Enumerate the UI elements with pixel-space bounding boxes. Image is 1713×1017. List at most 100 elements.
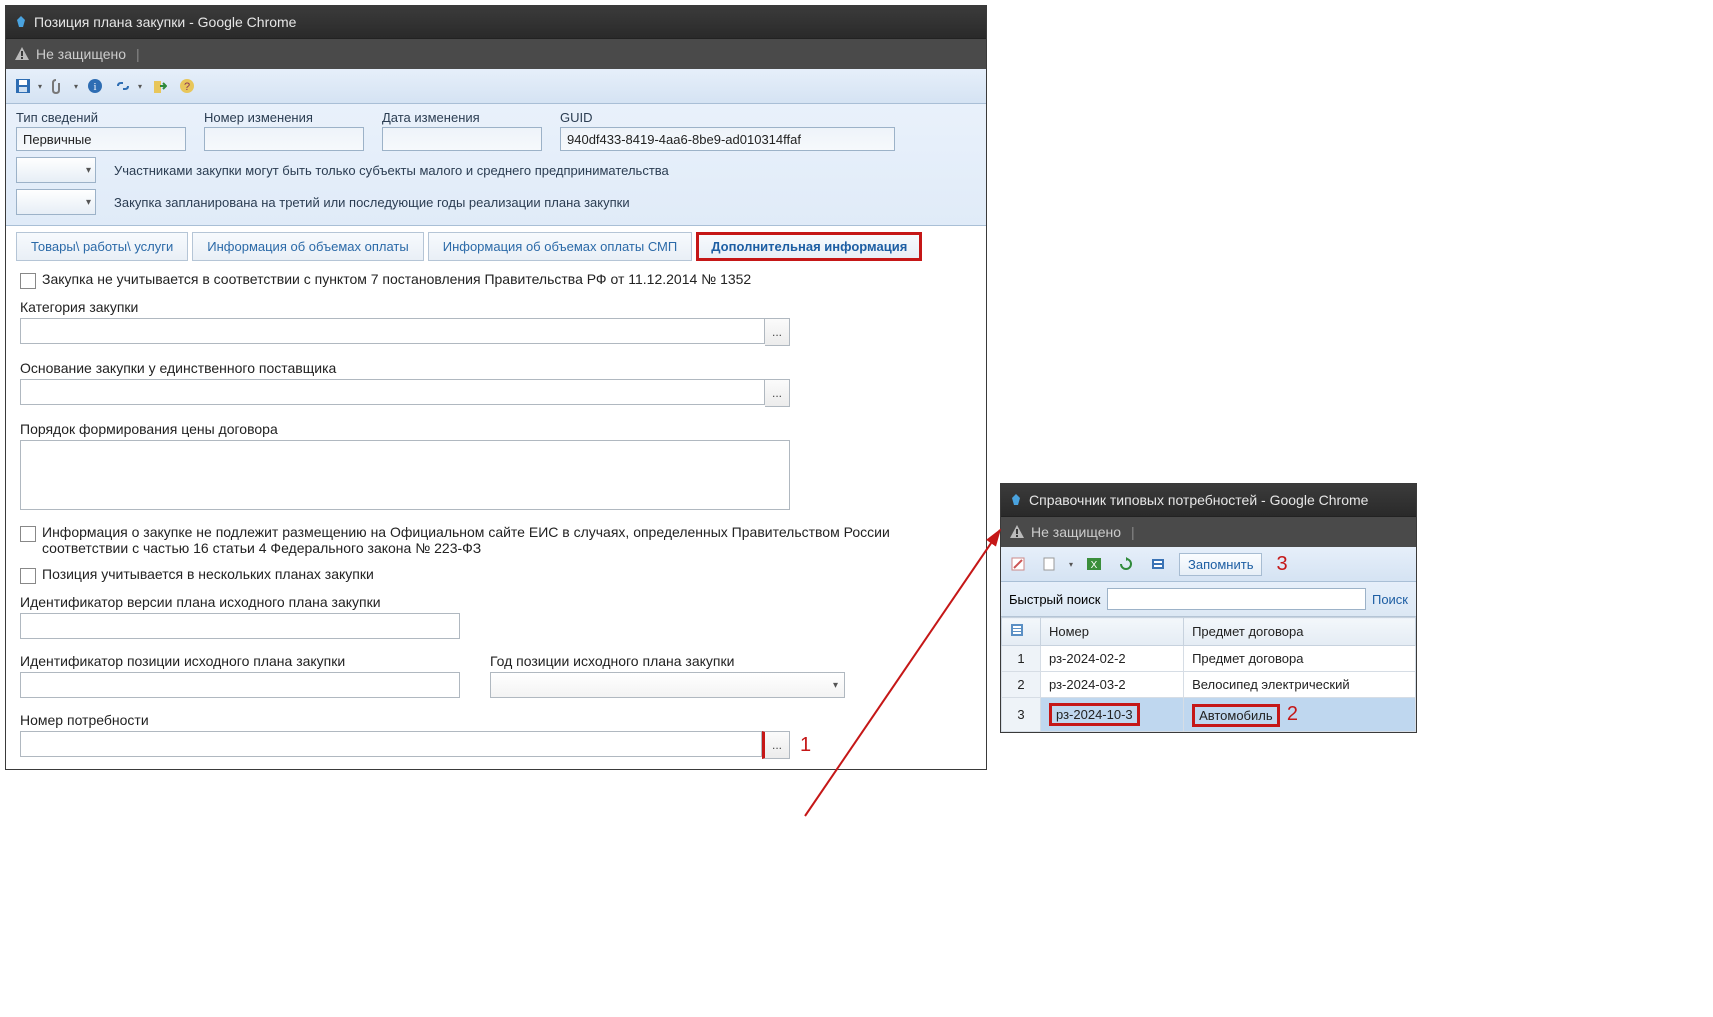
edit-icon[interactable] (1007, 553, 1029, 575)
need-number-lookup-button[interactable]: ... (762, 731, 790, 759)
need-number-label: Номер потребности (20, 712, 972, 728)
ident-version-input[interactable] (20, 613, 460, 639)
year-pos-dropdown[interactable]: ▾ (490, 672, 845, 698)
basis-input[interactable] (20, 379, 765, 405)
change-date-field[interactable] (382, 127, 542, 151)
export-icon[interactable] (148, 75, 170, 97)
chevron-down-icon: ▾ (86, 197, 91, 208)
titlebar: Позиция плана закупки - Google Chrome (6, 6, 986, 38)
tab-additional-info[interactable]: Дополнительная информация (696, 232, 922, 261)
not-secure-label: Не защищено (36, 46, 126, 62)
row-idx: 1 (1002, 646, 1041, 672)
ident-pos-input[interactable] (20, 672, 460, 698)
row-subj: Велосипед электрический (1184, 672, 1416, 698)
change-num-field[interactable] (204, 127, 364, 151)
new-dd-icon[interactable]: ▾ (1069, 560, 1073, 569)
ref-window-title: Справочник типовых потребностей - Google… (1029, 492, 1368, 508)
category-input[interactable] (20, 318, 765, 344)
svg-text:X: X (1091, 560, 1098, 571)
chevron-down-icon: ▾ (833, 680, 838, 691)
price-order-textarea[interactable] (20, 440, 790, 510)
row-num: рз-2024-02-2 (1041, 646, 1184, 672)
ref-not-secure-label: Не защищено (1031, 524, 1121, 540)
reference-grid: Номер Предмет договора 1 рз-2024-02-2 Пр… (1001, 617, 1416, 732)
type-field[interactable]: Первичные (16, 127, 186, 151)
change-num-label: Номер изменения (204, 110, 364, 125)
ident-version-label: Идентификатор версии плана исходного пла… (20, 594, 972, 610)
checkbox-multiplan-label: Позиция учитывается в нескольких планах … (42, 566, 374, 582)
warning-icon (14, 46, 30, 62)
plan3-dropdown[interactable]: ▾ (16, 189, 96, 215)
reference-window: Справочник типовых потребностей - Google… (1000, 483, 1417, 733)
table-row[interactable]: 2 рз-2024-03-2 Велосипед электрический (1002, 672, 1416, 698)
plan3-text: Закупка запланирована на третий или посл… (114, 195, 630, 210)
checkbox-1352-label: Закупка не учитывается в соответствии с … (42, 271, 751, 287)
col-subject[interactable]: Предмет договора (1184, 618, 1416, 646)
save-icon[interactable] (12, 75, 34, 97)
form-header: Тип сведений Первичные Номер изменения Д… (6, 104, 986, 226)
search-button[interactable]: Поиск (1372, 592, 1408, 607)
ref-titlebar: Справочник типовых потребностей - Google… (1001, 484, 1416, 516)
toolbar: ▾ ▾ i ▾ ? (6, 69, 986, 104)
smsp-dropdown[interactable]: ▾ (16, 157, 96, 183)
separator: | (136, 46, 140, 62)
row-idx: 3 (1002, 698, 1041, 732)
checkbox-multiplan[interactable] (20, 568, 36, 584)
excel-icon[interactable]: X (1083, 553, 1105, 575)
guid-field: 940df433-8419-4aa6-8be9-ad010314ffaf (560, 127, 895, 151)
refresh-icon[interactable] (1115, 553, 1137, 575)
year-pos-label: Год позиции исходного плана закупки (490, 653, 845, 669)
attach-dd-icon[interactable]: ▾ (74, 82, 78, 91)
tab-content: Закупка не учитывается в соответствии с … (6, 261, 986, 769)
smsp-text: Участниками закупки могут быть только су… (114, 163, 669, 178)
tabstrip: Товары\ работы\ услуги Информация об объ… (6, 226, 986, 261)
remember-button[interactable]: Запомнить (1179, 553, 1262, 576)
checkbox-eis-label: Информация о закупке не подлежит размеще… (42, 524, 962, 556)
col-number[interactable]: Номер (1041, 618, 1184, 646)
svg-text:i: i (94, 81, 97, 93)
category-label: Категория закупки (20, 299, 972, 315)
need-number-input[interactable] (20, 731, 762, 757)
tab-goods[interactable]: Товары\ работы\ услуги (16, 232, 188, 261)
new-icon[interactable] (1039, 553, 1061, 575)
row-idx: 2 (1002, 672, 1041, 698)
price-order-label: Порядок формирования цены договора (20, 421, 972, 437)
annotation-1: 1 (800, 734, 811, 757)
links-icon[interactable] (112, 75, 134, 97)
row-subj: Автомобиль 2 (1184, 698, 1416, 732)
table-row[interactable]: 1 рз-2024-02-2 Предмет договора (1002, 646, 1416, 672)
basis-lookup-button[interactable]: ... (765, 379, 790, 407)
type-label: Тип сведений (16, 110, 186, 125)
attach-icon[interactable] (48, 75, 70, 97)
main-window: Позиция плана закупки - Google Chrome Не… (5, 5, 987, 770)
info-icon[interactable]: i (84, 75, 106, 97)
quick-search-label: Быстрый поиск (1009, 592, 1101, 607)
quick-search-input[interactable] (1107, 588, 1366, 610)
save-dd-icon[interactable]: ▾ (38, 82, 42, 91)
address-bar: Не защищено | (6, 38, 986, 69)
change-date-label: Дата изменения (382, 110, 542, 125)
guid-label: GUID (560, 110, 895, 125)
filter-icon[interactable] (1147, 553, 1169, 575)
table-row-selected[interactable]: 3 рз-2024-10-3 Автомобиль 2 (1002, 698, 1416, 732)
grid-corner-icon[interactable] (1002, 618, 1041, 646)
row-num: рз-2024-03-2 (1041, 672, 1184, 698)
checkbox-eis[interactable] (20, 526, 36, 542)
app-icon (1009, 493, 1023, 507)
row-subj: Предмет договора (1184, 646, 1416, 672)
annotation-3: 3 (1276, 553, 1287, 576)
chevron-down-icon: ▾ (86, 165, 91, 176)
tab-smp-payment-info[interactable]: Информация об объемах оплаты СМП (428, 232, 693, 261)
ident-pos-label: Идентификатор позиции исходного плана за… (20, 653, 460, 669)
warning-icon (1009, 524, 1025, 540)
window-title: Позиция плана закупки - Google Chrome (34, 14, 296, 30)
row-num: рз-2024-10-3 (1041, 698, 1184, 732)
links-dd-icon[interactable]: ▾ (138, 82, 142, 91)
separator: | (1131, 524, 1135, 540)
tab-payment-info[interactable]: Информация об объемах оплаты (192, 232, 423, 261)
help-icon[interactable]: ? (176, 75, 198, 97)
app-icon (14, 15, 28, 29)
checkbox-1352[interactable] (20, 273, 36, 289)
ref-address-bar: Не защищено | (1001, 516, 1416, 547)
category-lookup-button[interactable]: ... (765, 318, 790, 346)
